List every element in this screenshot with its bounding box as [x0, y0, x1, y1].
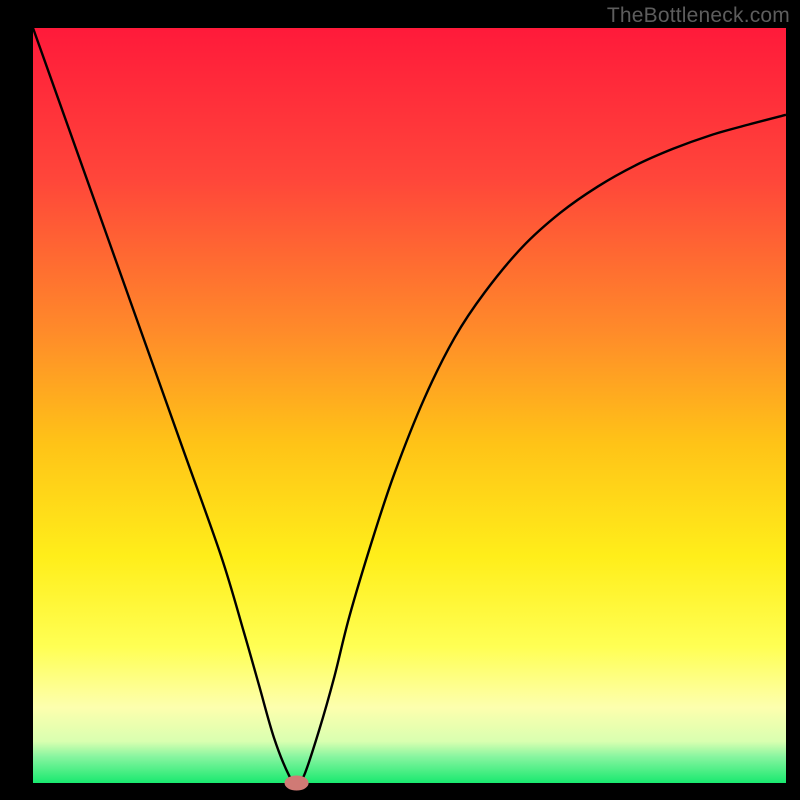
bottleneck-chart [0, 0, 800, 800]
optimum-marker [285, 775, 309, 790]
chart-frame: TheBottleneck.com [0, 0, 800, 800]
gradient-background [33, 28, 786, 783]
